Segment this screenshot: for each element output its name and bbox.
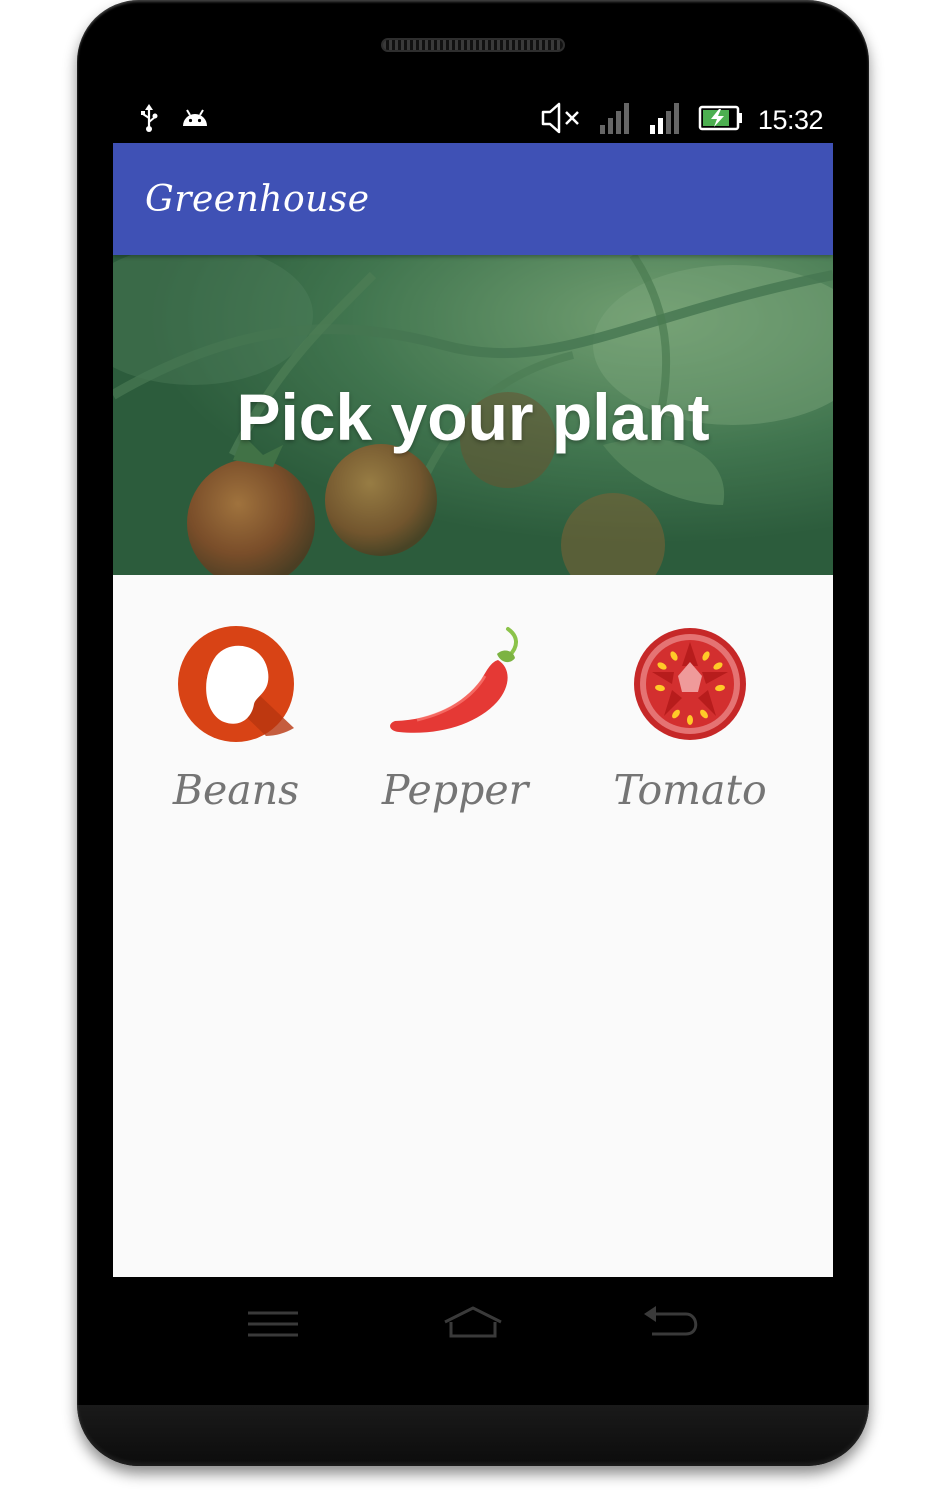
battery-charging-icon [698,104,744,136]
plant-item-pepper[interactable]: Pepper [345,623,565,814]
app-bar: Greenhouse [113,143,833,255]
plant-item-tomato[interactable]: Tomato [580,623,800,814]
nav-home-button[interactable] [441,1300,505,1350]
plant-item-beans[interactable]: Beans [126,623,346,814]
signal-icon [648,101,684,139]
menu-icon [245,1311,301,1354]
plant-label-beans: Beans [172,766,300,814]
plant-list: Beans Pepper Tomato [113,623,833,823]
status-time: 15:32 [757,104,824,135]
beans-icon [176,624,296,748]
hero-title: Pick your plant [236,380,710,454]
app-title: Greenhouse [145,179,370,220]
status-bar: 15:32 [113,98,833,142]
back-icon [642,1306,704,1354]
app-screen: Greenhouse Pick your plant Beans Pepper … [113,143,833,1277]
plant-label-pepper: Pepper [381,766,529,814]
pepper-icon [385,624,525,748]
volume-muted-icon [540,101,584,139]
home-icon [441,1306,505,1354]
plant-label-tomato: Tomato [613,766,767,814]
nav-back-button[interactable] [642,1300,704,1350]
phone-chin [77,1405,869,1466]
tomato-icon [632,626,748,746]
usb-icon [139,104,159,136]
hero-banner: Pick your plant [113,255,833,575]
android-icon [181,106,209,134]
signal-icon [598,101,634,139]
nav-menu-button[interactable] [245,1300,301,1350]
earpiece-speaker [381,38,565,52]
